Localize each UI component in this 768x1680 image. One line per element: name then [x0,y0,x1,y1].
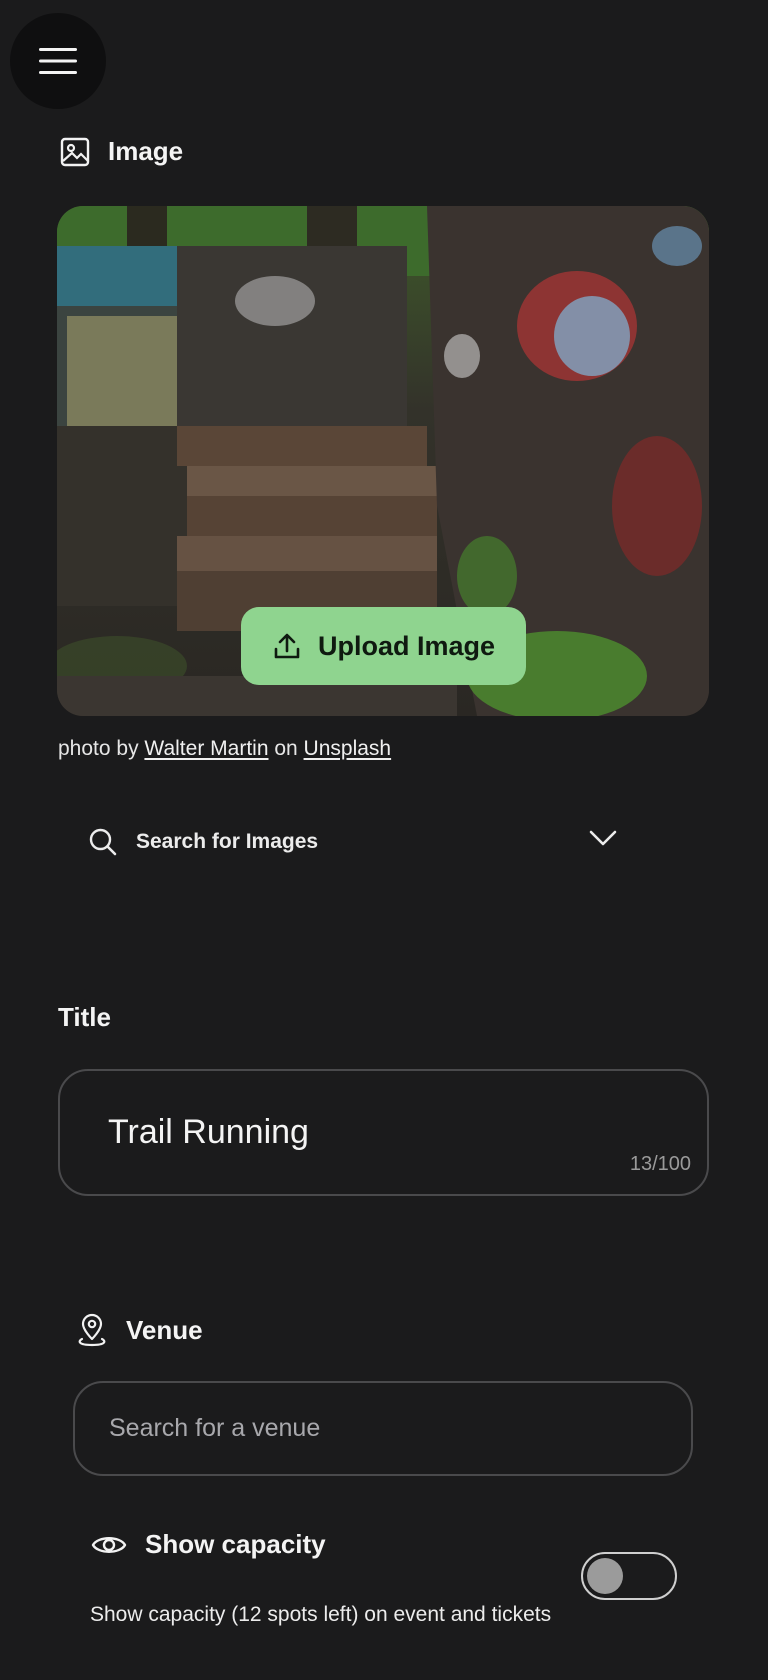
venue-search-input[interactable] [75,1383,691,1474]
capacity-heading-label: Show capacity [145,1529,326,1559]
image-icon [60,137,90,166]
hamburger-menu-icon [39,48,77,74]
toggle-knob [587,1558,623,1594]
eye-icon [91,1536,127,1553]
search-icon [89,828,117,856]
credit-source-link[interactable]: Unsplash [304,737,392,760]
venue-heading-label: Venue [126,1314,203,1345]
title-input[interactable]: Trail Running 13/100 [58,1069,709,1196]
menu-button[interactable] [10,13,106,109]
title-char-counter: 13/100 [629,1153,691,1175]
title-value[interactable]: Trail Running [108,1113,309,1152]
chevron-down-icon [589,830,617,846]
credit-prefix: photo by [58,737,139,760]
upload-image-button[interactable]: Upload Image [241,607,526,685]
capacity-description: Show capacity (12 spots left) on event a… [90,1603,552,1626]
image-heading-label: Image [108,136,184,166]
photo-credit: photo by Walter Martin on Unsplash [58,737,391,761]
capacity-section-heading: Show capacity [91,1529,326,1560]
venue-section-heading: Venue [76,1313,203,1347]
upload-image-label: Upload Image [317,630,496,661]
map-pin-icon [78,1313,106,1347]
image-section-heading: Image [60,136,183,167]
upload-icon [274,633,300,659]
venue-search-field[interactable] [73,1381,693,1476]
credit-author-link[interactable]: Walter Martin [144,737,268,760]
title-label: Title [58,1002,111,1032]
show-capacity-toggle[interactable] [581,1552,677,1600]
search-images-label: Search for Images [136,830,319,853]
credit-middle: on [274,737,298,760]
search-images-toggle[interactable]: Search for Images [88,818,618,866]
